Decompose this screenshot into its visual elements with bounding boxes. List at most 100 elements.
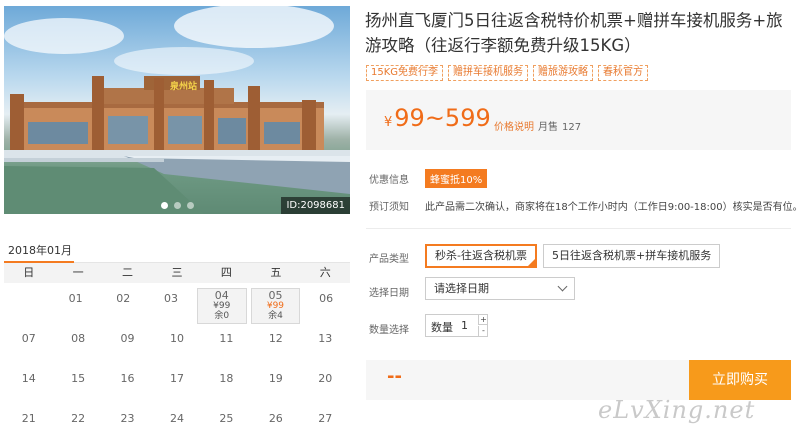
calendar-day: 20	[301, 363, 350, 403]
option-label: 秒杀-往返含税机票	[435, 249, 527, 262]
weekday-sat: 六	[319, 266, 331, 279]
calendar-day: 23	[103, 403, 152, 443]
calendar-grid: 01 02 03 04 ¥99 余0 05 ¥99 余4 06 07 08 09 10 11 12 13 14 15…	[4, 283, 350, 443]
calendar-day: 25	[202, 403, 251, 443]
day-number: 05	[268, 289, 283, 302]
day-number: 04	[214, 289, 229, 302]
calendar-week-row: 21 22 23 24 25 26 27	[4, 403, 350, 443]
day-stock: 余4	[268, 311, 283, 321]
selected-corner-icon	[526, 258, 536, 267]
calendar-week-row: 07 08 09 10 11 12 13	[4, 323, 350, 363]
promo-badge: 蜂蜜抵10%	[425, 169, 488, 188]
product-photo[interactable]: 泉州站 ID:2098681	[4, 6, 350, 214]
calendar-day: 13	[301, 323, 350, 363]
day-number: 10	[169, 332, 184, 345]
day-number: 14	[21, 372, 36, 385]
notice-text: 此产品需二次确认，商家将在18个工作小时内（工作日9:00-18:00）核实是否…	[425, 202, 800, 213]
calendar-month-tab[interactable]: 2018年01月	[8, 242, 72, 258]
day-number: 08	[71, 332, 86, 345]
calendar-day: 18	[202, 363, 251, 403]
quantity-label: 数量选择	[369, 325, 409, 336]
tag-travel-guide: 赠旅游攻略	[533, 65, 594, 81]
currency-symbol: ¥	[384, 115, 393, 130]
day-number: 21	[21, 412, 36, 425]
calendar-day: 02	[99, 283, 147, 323]
day-number: 24	[169, 412, 184, 425]
notice-label: 预订须知	[369, 202, 409, 213]
day-number: 27	[318, 412, 333, 425]
tag-free-pickup: 赠拼车接机服务	[448, 65, 529, 81]
calendar-day: 06	[302, 283, 350, 323]
carousel-dot[interactable]	[187, 202, 194, 209]
calendar-day-available[interactable]: 05 ¥99 余4	[250, 288, 301, 324]
calendar-day: 16	[103, 363, 152, 403]
day-number: 11	[219, 332, 234, 345]
calendar-day: 15	[53, 363, 102, 403]
calendar-day: 21	[4, 403, 53, 443]
monthly-sales: 月售 127	[538, 118, 581, 133]
product-type-option-package[interactable]: 5日往返含税机票+拼车接机服务	[543, 244, 721, 268]
tag-official: 春秋官方	[598, 65, 649, 81]
product-title: 扬州直飞厦门5日往返含税特价机票+赠拼车接机服务+旅游攻略（往返行李额免费升级1…	[365, 11, 783, 55]
carousel-dots	[161, 202, 194, 209]
day-number: 25	[219, 412, 234, 425]
decrement-button[interactable]: -	[478, 326, 488, 336]
weekday-mon: 一	[72, 266, 84, 279]
carousel-dot[interactable]	[161, 202, 168, 209]
day-number: 22	[71, 412, 86, 425]
day-number: 07	[21, 332, 36, 345]
calendar-day: 07	[4, 323, 53, 363]
price-panel: ¥99~599 价格说明 月售 127	[366, 90, 791, 150]
sales-count: 127	[562, 122, 582, 133]
calendar-day-available[interactable]: 04 ¥99 余0	[196, 288, 247, 324]
product-tags: 15KG免费行李 赠拼车接机服务 赠旅游攻略 春秋官方	[366, 65, 649, 81]
increment-button[interactable]: +	[478, 315, 488, 325]
option-label: 5日往返含税机票+拼车接机服务	[552, 249, 712, 262]
quantity-stepper[interactable]: 数量 1 + -	[425, 314, 488, 337]
weekday-wed: 三	[171, 266, 183, 279]
weekday-thu: 四	[220, 266, 232, 279]
price-note-link[interactable]: 价格说明	[494, 118, 534, 133]
product-type-option-flash-sale[interactable]: 秒杀-往返含税机票	[425, 244, 537, 268]
promo-label: 优惠信息	[369, 175, 409, 186]
date-select[interactable]: 请选择日期	[425, 277, 575, 300]
quantity-field-label: 数量	[431, 321, 453, 334]
calendar-day: 03	[147, 283, 195, 323]
date-placeholder: 请选择日期	[434, 282, 489, 295]
calendar-day: 11	[202, 323, 251, 363]
calendar-day: 24	[152, 403, 201, 443]
carousel-dot[interactable]	[174, 202, 181, 209]
day-number: 16	[120, 372, 135, 385]
calendar-day: 27	[301, 403, 350, 443]
day-number: 12	[268, 332, 283, 345]
calendar-day: 10	[152, 323, 201, 363]
price-range: ¥99~599	[384, 104, 491, 132]
calendar-empty-cell	[4, 283, 52, 323]
day-number: 26	[268, 412, 283, 425]
weekday-tue: 二	[122, 266, 134, 279]
calendar-week-row: 14 15 16 17 18 19 20	[4, 363, 350, 403]
photo-id-label: ID:2098681	[281, 197, 350, 214]
day-number: 15	[71, 372, 86, 385]
day-number: 20	[318, 372, 333, 385]
calendar-week-row: 01 02 03 04 ¥99 余0 05 ¥99 余4 06	[4, 283, 350, 324]
product-type-label: 产品类型	[369, 254, 409, 265]
calendar-day: 01	[52, 283, 100, 323]
quantity-value[interactable]: 1	[461, 319, 468, 332]
price-value: 99~599	[394, 104, 491, 132]
weekday-fri: 五	[270, 266, 282, 279]
calendar-day: 17	[152, 363, 201, 403]
section-divider	[366, 228, 791, 229]
site-watermark: eLvXing.net	[598, 396, 756, 424]
buy-now-button[interactable]: 立即购买	[689, 360, 791, 400]
day-stock: 余0	[214, 311, 230, 321]
terminal-illustration	[4, 6, 350, 214]
calendar-day: 09	[103, 323, 152, 363]
checkout-bar: -- 立即购买	[366, 360, 791, 400]
day-number: 23	[120, 412, 135, 425]
calendar-day: 08	[53, 323, 102, 363]
calendar-weekday-header: 日 一 二 三 四 五 六	[4, 263, 350, 283]
building-sign: 泉州站	[170, 82, 198, 92]
day-number: 13	[318, 332, 333, 345]
day-number: 01	[68, 292, 83, 305]
